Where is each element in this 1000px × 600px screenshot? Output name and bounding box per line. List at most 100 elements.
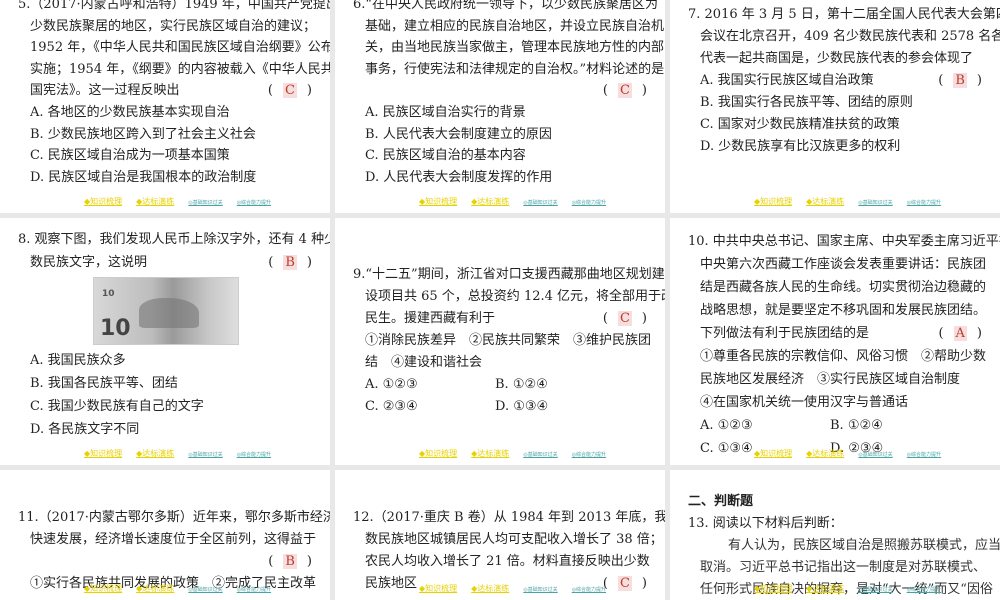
- answer-letter: A: [953, 326, 967, 341]
- footer-link[interactable]: ◆达标演练: [471, 197, 509, 206]
- footer-link[interactable]: ◆知识梳理: [419, 584, 457, 593]
- slide-thumbnail[interactable]: 9.“十二五”期间，浙江省对口支援西藏那曲地区规划建 设项目共 65 个，总投资约…: [335, 218, 665, 465]
- slide-thumbnail[interactable]: 12.（2017·重庆 B 卷）从 1984 年到 2013 年底，我国少 数民族…: [335, 470, 665, 600]
- text-line: D. 少数民族享有比汉族更多的权利: [670, 136, 1000, 158]
- footer-link[interactable]: ◎综合能力提升: [237, 200, 271, 206]
- slide-thumbnail[interactable]: 5.（2017·内蒙古呼和浩特）1949 年，中国共产党提出在 少数民族聚居的地区…: [0, 0, 330, 213]
- footer-link[interactable]: ◎基础知识过关: [188, 452, 222, 458]
- text-line: 有人认为，民族区域自治是照搬苏联模式，应当: [670, 535, 1000, 557]
- text-line: 9.“十二五”期间，浙江省对口支援西藏那曲地区规划建: [335, 264, 665, 286]
- answer-bracket: (A): [938, 326, 982, 341]
- footer-link[interactable]: ◎综合能力提升: [907, 452, 941, 458]
- line-text: 民族地区: [365, 576, 418, 591]
- footer-link[interactable]: ◆知识梳理: [84, 449, 122, 458]
- text-line: 事务，行使宪法和法律规定的自治权。”材料论述的是: [335, 59, 665, 81]
- footer-link[interactable]: ◎综合能力提升: [572, 452, 606, 458]
- footer-link[interactable]: ◎基础知识过关: [858, 452, 892, 458]
- text-line: 关，由当地民族当家做主，管理本民族地方性的内部: [335, 37, 665, 59]
- answer-option: B. ①②④: [830, 418, 883, 433]
- footer-link[interactable]: ◆达标演练: [806, 584, 844, 593]
- line-text: A. 各地区的少数民族基本实现自治: [30, 104, 230, 120]
- text-line: D. 各民族文字不同: [0, 418, 330, 441]
- answer-bracket: (B): [268, 554, 312, 569]
- footer-link[interactable]: ◎基础知识过关: [523, 452, 557, 458]
- footer-link[interactable]: ◎综合能力提升: [237, 587, 271, 593]
- footer-link[interactable]: ◎基础知识过关: [858, 587, 892, 593]
- text-line: A. 各地区的少数民族基本实现自治: [0, 102, 330, 124]
- line-text: 基础，建立相应的民族自治地区，并设立民族自治机: [365, 18, 665, 34]
- line-text: 关，由当地民族当家做主，管理本民族地方性的内部: [365, 40, 665, 56]
- slide-thumbnail[interactable]: 6.“在中央人民政府统一领导下，以少数民族聚居区为 基础，建立相应的民族自治地区，…: [335, 0, 665, 213]
- text-line: B. 少数民族地区跨入到了社会主义社会: [0, 124, 330, 146]
- line-text: 取消。习近平总书记指出这一制度是对苏联模式、: [700, 560, 987, 575]
- footer-link[interactable]: ◎基础知识过关: [523, 200, 557, 206]
- text-line: 8. 观察下图，我们发现人民币上除汉字外，还有 4 种少: [0, 228, 330, 251]
- text-line: 会议在北京召开，409 名少数民族代表和 2578 名各界: [670, 26, 1000, 48]
- slide-thumbnail[interactable]: 8. 观察下图，我们发现人民币上除汉字外，还有 4 种少 数民族文字，这说明 (B)…: [0, 218, 330, 465]
- footer-link[interactable]: ◆知识梳理: [84, 584, 122, 593]
- text-line: (C): [335, 80, 665, 102]
- line-text: B. 我国各民族平等、团结: [30, 376, 178, 391]
- line-text: 民族地区发展经济 ③实行民族区域自治制度: [700, 372, 961, 387]
- slide-thumbnail[interactable]: 11.（2017·内蒙古鄂尔多斯）近年来，鄂尔多斯市经济 快速发展，经济增长速度位…: [0, 470, 330, 600]
- text-line: 13. 阅读以下材料后判断：: [670, 513, 1000, 535]
- footer-link[interactable]: ◎基础知识过关: [188, 587, 222, 593]
- footer-link[interactable]: ◆达标演练: [806, 449, 844, 458]
- footer-link[interactable]: ◎综合能力提升: [237, 452, 271, 458]
- answer-letter: B: [283, 255, 297, 270]
- question-text: 6.“在中央人民政府统一领导下，以少数民族聚居区为 基础，建立相应的民族自治地区，…: [335, 0, 665, 188]
- banknote-denomination: 10: [102, 289, 115, 299]
- line-text: 11.（2017·内蒙古鄂尔多斯）近年来，鄂尔多斯市经济: [18, 510, 330, 525]
- line-text: 9.“十二五”期间，浙江省对口支援西藏那曲地区规划建: [353, 267, 665, 282]
- text-line: 11.（2017·内蒙古鄂尔多斯）近年来，鄂尔多斯市经济: [0, 507, 330, 529]
- line-text: 数民族地区城镇居民人均可支配收入增长了 38 倍；: [365, 532, 663, 547]
- answer-option: B. ①②④: [495, 377, 548, 392]
- text-line: C. ②③④ D. ①③④: [335, 396, 665, 418]
- slide-thumbnail[interactable]: 10. 中共中央总书记、国家主席、中央军委主席习近平在 中央第六次西藏工作座谈会发…: [670, 218, 1000, 465]
- line-text: 国宪法》。这一过程反映出: [30, 83, 180, 99]
- footer-link[interactable]: ◆达标演练: [471, 449, 509, 458]
- footer-link[interactable]: ◆知识梳理: [754, 197, 792, 206]
- line-text: 1952 年，《中华人民共和国民族区域自治纲要》公布: [30, 40, 330, 56]
- footer-link[interactable]: ◆达标演练: [471, 584, 509, 593]
- line-text: ①消除民族差异 ②民族共同繁荣 ③维护民族团: [365, 333, 652, 348]
- footer-link[interactable]: ◆达标演练: [806, 197, 844, 206]
- line-text: 农民人均收入增长了 21 倍。材料直接反映出少数: [365, 554, 650, 569]
- text-line: C. 民族区域自治的基本内容: [335, 145, 665, 167]
- line-text: 快速发展，经济增长速度位于全区前列，这得益于: [30, 532, 317, 547]
- footer-link[interactable]: ◆达标演练: [136, 449, 174, 458]
- footer-link[interactable]: ◎基础知识过关: [858, 200, 892, 206]
- footer-link[interactable]: ◆达标演练: [136, 584, 174, 593]
- line-text: A. 我国民族众多: [30, 353, 126, 368]
- footer-link[interactable]: ◎综合能力提升: [572, 587, 606, 593]
- footer-link[interactable]: ◎综合能力提升: [907, 587, 941, 593]
- line-text: D. 各民族文字不同: [30, 422, 140, 437]
- line-text: 7. 2016 年 3 月 5 日，第十二届全国人民代表大会第四次: [688, 7, 1000, 22]
- footer-link[interactable]: ◆知识梳理: [754, 584, 792, 593]
- line-text: D. 少数民族享有比汉族更多的权利: [700, 139, 901, 154]
- footer-link[interactable]: ◎综合能力提升: [572, 200, 606, 206]
- text-line: 农民人均收入增长了 21 倍。材料直接反映出少数: [335, 551, 665, 573]
- footer-link[interactable]: ◆知识梳理: [419, 197, 457, 206]
- line-text: 实施；1954 年，《纲要》的内容被载入《中华人民共和: [30, 61, 330, 77]
- footer-link[interactable]: ◎基础知识过关: [523, 587, 557, 593]
- footer-link[interactable]: ◆知识梳理: [84, 197, 122, 206]
- text-line: 少数民族聚居的地区，实行民族区域自治的建议；: [0, 16, 330, 38]
- answer-bracket: (B): [268, 255, 312, 270]
- slide-thumbnail[interactable]: 7. 2016 年 3 月 5 日，第十二届全国人民代表大会第四次会议在北京召开…: [670, 0, 1000, 213]
- line-text: 结是西藏各族人民的生命线。切实贯彻治边稳藏的: [700, 280, 987, 295]
- slide-thumbnail[interactable]: 二、判断题 13. 阅读以下材料后判断： 有人认为，民族区域自治是照搬苏联模式，应当…: [670, 470, 1000, 600]
- text-line: D. 人民代表大会制度发挥的作用: [335, 167, 665, 189]
- answer-bracket: (C): [602, 311, 647, 326]
- footer-link[interactable]: ◆知识梳理: [754, 449, 792, 458]
- text-line: 快速发展，经济增长速度位于全区前列，这得益于: [0, 529, 330, 551]
- slide-footer-nav: ◆知识梳理 ◆达标演练 ◎基础知识过关 ◎综合能力提升: [84, 196, 285, 207]
- footer-link[interactable]: ◎综合能力提升: [907, 200, 941, 206]
- text-line: A. 我国民族众多: [0, 349, 330, 372]
- section-heading: 二、判断题: [670, 491, 1000, 513]
- footer-link[interactable]: ◆达标演练: [136, 197, 174, 206]
- line-text: 下列做法有利于民族团结的是: [700, 326, 870, 341]
- text-line: 数民族地区城镇居民人均可支配收入增长了 38 倍；: [335, 529, 665, 551]
- footer-link[interactable]: ◎基础知识过关: [188, 200, 222, 206]
- footer-link[interactable]: ◆知识梳理: [419, 449, 457, 458]
